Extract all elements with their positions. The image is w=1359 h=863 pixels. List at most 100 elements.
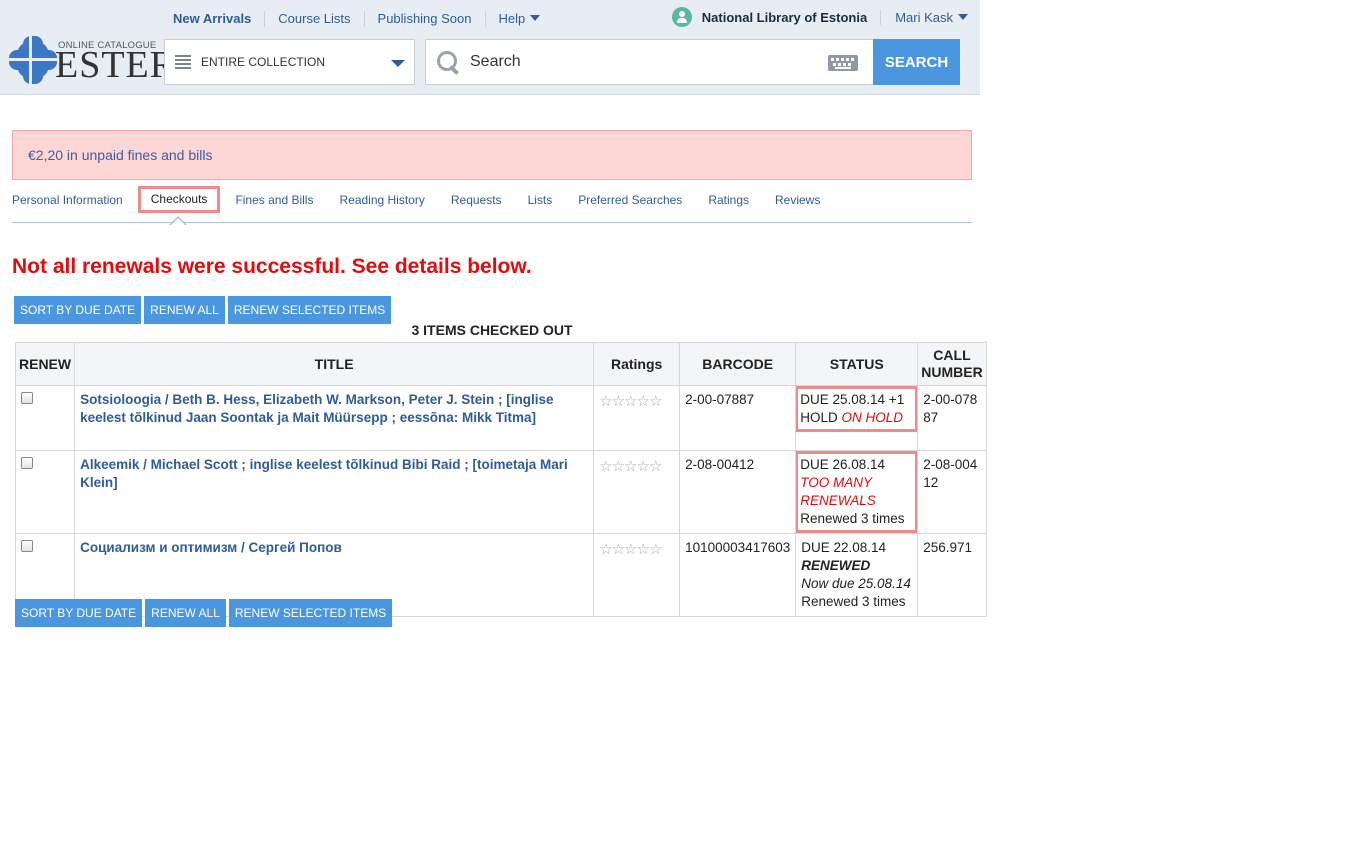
renew-cell xyxy=(14,385,76,451)
table-row: Sotsioloogia / Beth B. Hess, Elizabeth W… xyxy=(14,385,987,451)
account-area: National Library of Estonia Mari Kask xyxy=(671,7,968,27)
renewal-error-message: Not all renewals were successful. See de… xyxy=(12,255,532,278)
renew-selected-button[interactable]: RENEW SELECTED ITEMS xyxy=(227,296,392,324)
col-ratings: Ratings xyxy=(593,342,681,386)
col-status[interactable]: STATUS xyxy=(795,342,919,386)
renew-selected-button[interactable]: RENEW SELECTED ITEMS xyxy=(228,599,393,627)
renew-all-button[interactable]: RENEW ALL xyxy=(145,599,226,627)
search-scope-value: ENTIRE COLLECTION xyxy=(201,55,326,69)
status-flag: ON HOLD xyxy=(841,410,904,425)
title-cell: Alkeemik / Michael Scott ; inglise keele… xyxy=(74,450,595,534)
tab-lists[interactable]: Lists xyxy=(528,186,553,222)
rating-star-icon[interactable]: ☆ xyxy=(599,459,612,474)
rating-star-icon[interactable]: ☆ xyxy=(612,459,625,474)
rating-star-icon[interactable]: ☆ xyxy=(599,394,612,409)
nav-help-label: Help xyxy=(498,11,526,26)
col-call-number: CALL NUMBER xyxy=(917,342,987,386)
rating-star-icon[interactable]: ☆ xyxy=(599,542,612,557)
top-nav: New Arrivals Course Lists Publishing Soo… xyxy=(160,9,553,29)
logo-mark xyxy=(9,36,57,84)
col-barcode: BARCODE xyxy=(679,342,797,386)
search-input[interactable] xyxy=(468,52,818,72)
item-title-link[interactable]: Социализм и оптимизм / Сергей Попов xyxy=(80,540,342,555)
rating-star-icon[interactable]: ☆ xyxy=(624,542,637,557)
chevron-down-icon xyxy=(391,60,405,67)
user-menu[interactable]: Mari Kask xyxy=(881,10,968,25)
sort-by-due-date-button[interactable]: SORT BY DUE DATE xyxy=(14,296,142,324)
col-title[interactable]: TITLE xyxy=(74,342,595,386)
call-number-cell: 2-08-00412 xyxy=(917,450,987,534)
header: New Arrivals Course Lists Publishing Soo… xyxy=(0,0,980,95)
sort-by-due-date-button[interactable]: SORT BY DUE DATE xyxy=(15,599,143,627)
search-icon xyxy=(436,50,460,74)
account-tabs: Personal Information Checkouts Fines and… xyxy=(12,186,972,226)
action-bar-bottom: SORT BY DUE DATE RENEW ALL RENEW SELECTE… xyxy=(15,599,393,627)
rating-star-icon[interactable]: ☆ xyxy=(612,542,625,557)
fines-alert[interactable]: €2,20 in unpaid fines and bills xyxy=(12,130,972,180)
table-header-row: RENEW TITLE Ratings BARCODE STATUS CALL … xyxy=(14,342,987,386)
tab-fines-and-bills[interactable]: Fines and Bills xyxy=(235,186,313,222)
rating-star-icon[interactable]: ☆ xyxy=(612,394,625,409)
tab-personal-information[interactable]: Personal Information xyxy=(12,186,123,222)
search-scope-select[interactable]: ENTIRE COLLECTION xyxy=(164,39,415,85)
rating-star-icon[interactable]: ☆ xyxy=(636,459,649,474)
status-flag: TOO MANY RENEWALS xyxy=(800,475,876,508)
status-now-due: Now due 25.08.14 xyxy=(801,576,911,591)
barcode-cell: 2-08-00412 xyxy=(679,450,797,534)
status-extra: Renewed 3 times xyxy=(801,594,906,609)
status-cell: DUE 25.08.14 +1 HOLD ON HOLD xyxy=(795,385,919,451)
ratings-cell: ☆ ☆ ☆ ☆ ☆ xyxy=(593,385,681,451)
chevron-down-icon xyxy=(958,13,968,20)
library-name[interactable]: National Library of Estonia xyxy=(702,9,882,25)
rating-star-icon[interactable]: ☆ xyxy=(636,394,649,409)
nav-publishing-soon[interactable]: Publishing Soon xyxy=(365,11,486,27)
list-icon xyxy=(175,54,191,70)
call-number-cell: 2-00-07887 xyxy=(917,385,987,451)
barcode-cell: 2-00-07887 xyxy=(679,385,797,451)
tab-reading-history[interactable]: Reading History xyxy=(339,186,424,222)
keyboard-icon[interactable] xyxy=(828,55,858,71)
chevron-down-icon xyxy=(530,15,541,21)
renew-cell xyxy=(14,450,76,534)
nav-course-lists[interactable]: Course Lists xyxy=(265,11,365,27)
tab-ratings[interactable]: Ratings xyxy=(708,186,749,222)
logo-title: ESTER xyxy=(55,44,177,86)
renew-checkbox[interactable] xyxy=(21,392,33,404)
search-button[interactable]: SEARCH xyxy=(873,39,960,85)
logo[interactable]: ONLINE CATALOGUE ESTER xyxy=(9,36,175,86)
item-title-link[interactable]: Alkeemik / Michael Scott ; inglise keele… xyxy=(80,457,568,490)
renew-checkbox[interactable] xyxy=(21,457,33,469)
status-cell: DUE 26.08.14 TOO MANY RENEWALS Renewed 3 … xyxy=(795,450,919,534)
renew-all-button[interactable]: RENEW ALL xyxy=(144,296,225,324)
col-renew: RENEW xyxy=(14,342,76,386)
rating-star-icon[interactable]: ☆ xyxy=(636,542,649,557)
status-cell: DUE 22.08.14 RENEWED Now due 25.08.14 Renew… xyxy=(795,533,919,617)
rating-star-icon[interactable]: ☆ xyxy=(649,542,662,557)
status-highlight: DUE 26.08.14 TOO MANY RENEWALS Renewed 3 … xyxy=(795,451,919,533)
rating-stars[interactable]: ☆ ☆ ☆ ☆ ☆ xyxy=(599,459,674,474)
status-flag: RENEWED xyxy=(801,558,871,573)
renew-checkbox[interactable] xyxy=(21,540,33,552)
status-highlight: DUE 25.08.14 +1 HOLD ON HOLD xyxy=(795,386,919,432)
nav-help[interactable]: Help xyxy=(486,11,554,27)
tab-reviews[interactable]: Reviews xyxy=(775,186,820,222)
tab-checkouts[interactable]: Checkouts xyxy=(137,186,221,226)
rating-stars[interactable]: ☆ ☆ ☆ ☆ ☆ xyxy=(599,542,674,557)
rating-star-icon[interactable]: ☆ xyxy=(649,394,662,409)
status-due: DUE 26.08.14 xyxy=(800,457,886,472)
rating-star-icon[interactable]: ☆ xyxy=(624,459,637,474)
item-title-link[interactable]: Sotsioloogia / Beth B. Hess, Elizabeth W… xyxy=(80,392,553,425)
rating-star-icon[interactable]: ☆ xyxy=(649,459,662,474)
nav-new-arrivals[interactable]: New Arrivals xyxy=(160,11,266,27)
user-circle-icon xyxy=(671,7,692,27)
call-number-cell: 256.971 xyxy=(917,533,987,617)
items-count: 3 ITEMS CHECKED OUT xyxy=(411,322,573,338)
checkouts-table: RENEW TITLE Ratings BARCODE STATUS CALL … xyxy=(14,342,987,617)
tab-preferred-searches[interactable]: Preferred Searches xyxy=(578,186,682,222)
status-extra: Renewed 3 times xyxy=(800,511,905,526)
rating-stars[interactable]: ☆ ☆ ☆ ☆ ☆ xyxy=(599,394,674,409)
barcode-cell: 10100003417603 xyxy=(679,533,797,617)
rating-star-icon[interactable]: ☆ xyxy=(624,394,637,409)
tab-requests[interactable]: Requests xyxy=(451,186,502,222)
user-name: Mari Kask xyxy=(895,9,953,25)
